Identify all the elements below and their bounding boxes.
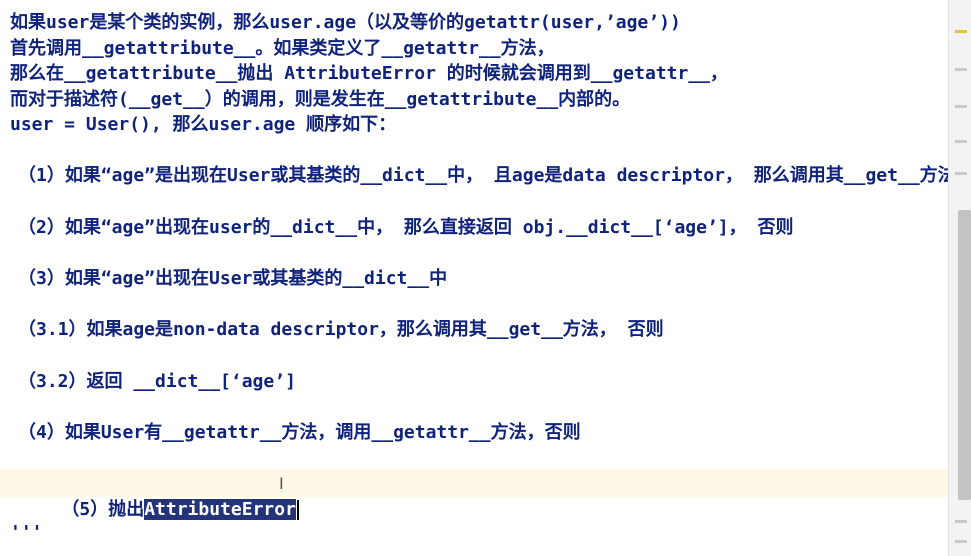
code-line-item-5[interactable]: （5）抛出AttributeError xyxy=(18,471,299,520)
scroll-marker xyxy=(955,105,967,108)
scroll-marker xyxy=(955,172,967,175)
code-line-5[interactable]: user = User(), 那么user.age 顺序如下： xyxy=(10,112,396,138)
code-editor[interactable]: 如果user是某个类的实例，那么user.age（以及等价的getattr(us… xyxy=(0,0,948,556)
scroll-marker xyxy=(955,540,967,543)
scroll-marker xyxy=(955,30,967,33)
code-line-item-4[interactable]: （4）如果User有__getattr__方法，调用__getattr__方法，… xyxy=(18,420,581,446)
editor-scrollbar[interactable] xyxy=(948,0,971,556)
code-line-item-3[interactable]: （3）如果“age”出现在User或其基类的__dict__中 xyxy=(18,266,447,292)
text-caret xyxy=(296,500,299,520)
code-line-item-3-2[interactable]: （3.2）返回 __dict__[‘age’] xyxy=(18,369,296,395)
code-line-item-1[interactable]: （1）如果“age”是出现在User或其基类的__dict__中， 且age是d… xyxy=(18,163,948,189)
code-line-item-3-1[interactable]: （3.1）如果age是non-data descriptor，那么调用其__ge… xyxy=(18,317,664,343)
ibeam-cursor-icon: I xyxy=(279,474,284,493)
scrollbar-thumb[interactable] xyxy=(958,210,971,500)
code-line-2[interactable]: 首先调用__getattribute__。如果类定义了__getattr__方法… xyxy=(10,36,555,62)
scroll-marker xyxy=(955,68,967,71)
code-line-4[interactable]: 而对于描述符(__get__）的调用，则是发生在__getattribute__… xyxy=(10,87,630,113)
code-line-1[interactable]: 如果user是某个类的实例，那么user.age（以及等价的getattr(us… xyxy=(10,10,681,36)
code-line-3[interactable]: 那么在__getattribute__抛出 AttributeError 的时候… xyxy=(10,61,728,87)
code-line-item-2[interactable]: （2）如果“age”出现在user的__dict__中， 那么直接返回 obj.… xyxy=(18,215,793,241)
selected-text[interactable]: AttributeError xyxy=(144,499,296,520)
scroll-marker xyxy=(955,140,967,143)
code-line-closing[interactable]: ''' xyxy=(10,520,43,546)
item-5-prefix: （5）抛出 xyxy=(61,499,145,520)
scroll-marker xyxy=(955,520,967,523)
